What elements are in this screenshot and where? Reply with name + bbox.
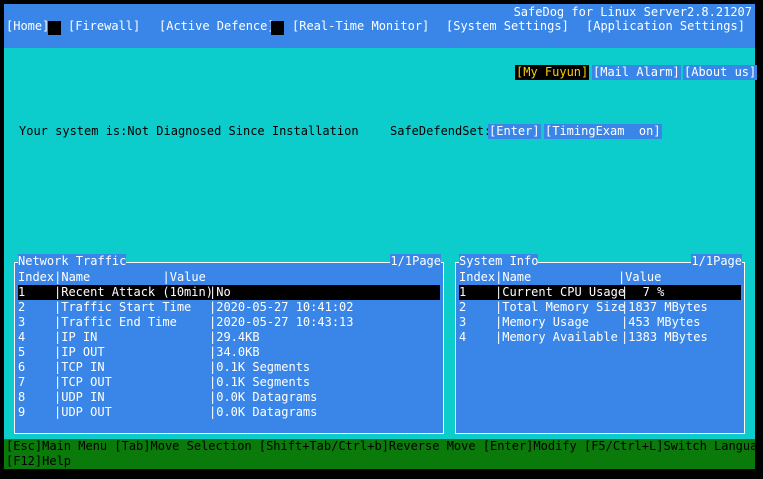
row-index: 4	[459, 330, 467, 344]
row-value: |29.4KB	[209, 330, 260, 344]
table-header: Index|Name |Value	[18, 270, 206, 284]
row-index: 5	[18, 345, 26, 359]
safe-defend-label: SafeDefendSet:	[390, 124, 492, 138]
row-index: 2	[459, 300, 467, 314]
row-value: |1837 MBytes	[621, 300, 708, 314]
row-index: 1	[18, 285, 26, 299]
network-traffic-panel: Network Traffic 1/1Page Index|Name |Valu…	[14, 254, 444, 434]
row-value: |0.1K Segments	[209, 375, 311, 389]
row-value: |2020-05-27 10:41:02	[209, 300, 354, 314]
submenu-mail-alarm[interactable]: [Mail Alarm]	[592, 65, 681, 80]
table-row[interactable]: 2 |Traffic Start Time |2020-05-27 10:41:02	[18, 300, 440, 315]
row-index: 8	[18, 390, 26, 404]
row-name: |Memory Usage	[495, 315, 589, 329]
row-index: 9	[18, 405, 26, 419]
help-bar: [Esc]Main Menu [Tab]Move Selection [Shif…	[4, 439, 763, 469]
row-name: |Traffic End Time	[54, 315, 177, 329]
system-info-panel: System Info 1/1Page Index|Name |Value 1 |…	[455, 254, 745, 434]
menu-system-settings[interactable]: [System Settings]	[446, 19, 569, 34]
row-index: 7	[18, 375, 26, 389]
help-line-2: [F12]Help	[6, 454, 72, 468]
page-indicator: 1/1Page	[691, 254, 742, 269]
row-index: 3	[18, 315, 26, 329]
menu-firewall[interactable]: [Firewall]	[68, 19, 140, 34]
menu-active-defence[interactable]: [Active Defence]	[159, 19, 275, 34]
menu-separator	[48, 21, 61, 35]
row-name: |TCP IN	[54, 360, 105, 374]
row-name: |UDP OUT	[54, 405, 112, 419]
system-status: Your system is:Not Diagnosed Since Insta…	[19, 124, 359, 138]
table-row[interactable]: 4 |IP IN |29.4KB	[18, 330, 440, 345]
table-row[interactable]: 4 |Memory Available |1383 MBytes	[459, 330, 741, 345]
table-row[interactable]: 3 |Memory Usage |453 MBytes	[459, 315, 741, 330]
enter-button[interactable]: [Enter]	[488, 124, 541, 139]
table-row[interactable]: 6 |TCP IN |0.1K Segments	[18, 360, 440, 375]
row-name: |Current CPU Usage	[495, 285, 626, 299]
page-indicator: 1/1Page	[390, 254, 441, 269]
row-value: |453 MBytes	[621, 315, 701, 329]
product-title: SafeDog for Linux Server2.8.21207	[513, 5, 752, 19]
table-row[interactable]: 1 |Recent Attack (10min) |No	[18, 285, 440, 300]
table-row[interactable]: 8 |UDP IN |0.0K Datagrams	[18, 390, 440, 405]
table-row[interactable]: 7 |TCP OUT |0.1K Segments	[18, 375, 440, 390]
timing-exam-toggle[interactable]: [TimingExam on]	[544, 124, 662, 139]
table-row[interactable]: 3 |Traffic End Time |2020-05-27 10:43:13	[18, 315, 440, 330]
submenu-about-us[interactable]: [About us]	[683, 65, 758, 80]
table-row[interactable]: 9 |UDP OUT |0.0K Datagrams	[18, 405, 440, 420]
row-name: |Memory Available	[495, 330, 618, 344]
row-name: |IP IN	[54, 330, 98, 344]
menu-home[interactable]: [Home]	[6, 19, 49, 34]
row-value: |No	[209, 285, 231, 299]
panel-title: System Info	[459, 254, 539, 269]
row-value: |0.1K Segments	[209, 360, 311, 374]
row-value: |0.0K Datagrams	[209, 405, 318, 419]
row-value: |34.0KB	[209, 345, 260, 359]
row-index: 6	[18, 360, 26, 374]
table-row[interactable]: 1 |Current CPU Usage | 7 %	[459, 285, 741, 300]
submenu-my-fuyun[interactable]: [My Fuyun]	[515, 65, 590, 80]
table-row[interactable]: 2 |Total Memory Size |1837 MBytes	[459, 300, 741, 315]
row-name: |Total Memory Size	[495, 300, 626, 314]
table-header: Index|Name |Value	[459, 270, 662, 284]
row-index: 1	[459, 285, 467, 299]
row-name: |TCP OUT	[54, 375, 112, 389]
panel-title: Network Traffic	[18, 254, 127, 269]
row-name: |IP OUT	[54, 345, 105, 359]
row-index: 3	[459, 315, 467, 329]
main-area: [My Fuyun] [Mail Alarm] [About us] Your …	[4, 48, 758, 439]
row-value: |2020-05-27 10:43:13	[209, 315, 354, 329]
row-value: | 7 %	[621, 285, 665, 299]
row-value: |1383 MBytes	[621, 330, 708, 344]
help-line-1: [Esc]Main Menu [Tab]Move Selection [Shif…	[6, 439, 763, 453]
row-index: 4	[18, 330, 26, 344]
top-menu-bar: SafeDog for Linux Server2.8.21207 [Home]…	[4, 4, 755, 48]
row-name: |Recent Attack (10min)	[54, 285, 213, 299]
menu-real-time-monitor[interactable]: [Real-Time Monitor]	[292, 19, 429, 34]
row-name: |UDP IN	[54, 390, 105, 404]
menu-application-settings[interactable]: [Application Settings]	[586, 19, 745, 34]
row-value: |0.0K Datagrams	[209, 390, 318, 404]
table-row[interactable]: 5 |IP OUT |34.0KB	[18, 345, 440, 360]
menu-separator	[271, 21, 284, 35]
row-index: 2	[18, 300, 26, 314]
row-name: |Traffic Start Time	[54, 300, 192, 314]
